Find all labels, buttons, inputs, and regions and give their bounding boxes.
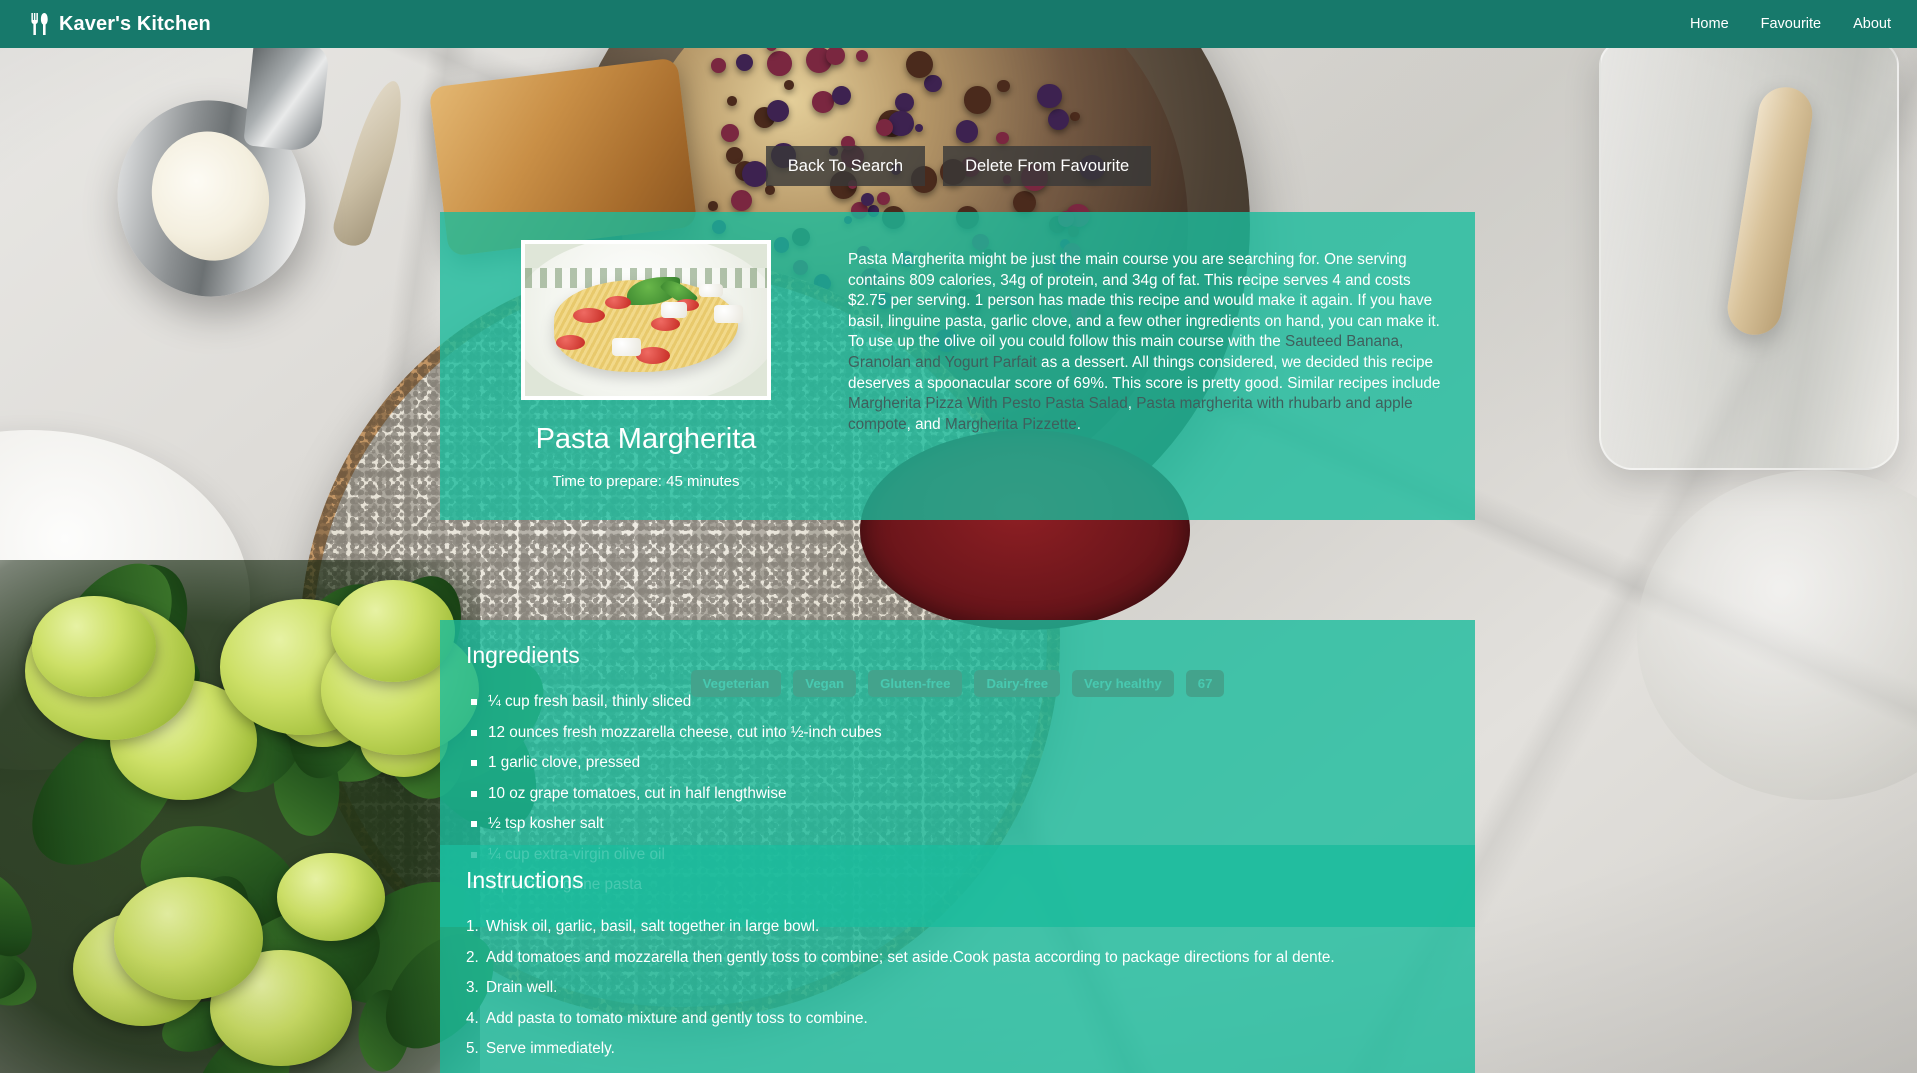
recipe-summary: Pasta Margherita might be just the main … [848,250,1449,435]
brand-logo[interactable]: Kaver's Kitchen [30,12,211,36]
recipe-title: Pasta Margherita [535,423,757,455]
instruction-step: Drain well. [466,978,558,998]
ingredient-item: 10 oz grape tomatoes, cut in half length… [466,779,1449,810]
instruction-step: Add pasta to tomato mixture and gently t… [466,1008,868,1028]
ingredient-item: 1 garlic clove, pressed [466,748,1449,779]
summary-link-7[interactable]: Margherita Pizzette [945,416,1077,433]
recipe-hero-right: Pasta Margherita might be just the main … [848,240,1449,490]
instructions-list: Whisk oil, garlic, basil, salt together … [466,912,1449,1065]
navbar: Kaver's Kitchen Home Favourite About [0,0,1917,48]
summary-text-6: , and [906,415,945,433]
recipe-hero-card: Pasta Margherita Time to prepare: 45 min… [440,212,1475,520]
nav-link-home[interactable]: Home [1690,16,1729,32]
instruction-step: Serve immediately. [466,1039,615,1059]
ingredient-item: ¼ cup fresh basil, thinly sliced [466,687,1449,718]
recipe-hero-left: Pasta Margherita Time to prepare: 45 min… [466,240,826,490]
instructions-heading: Instructions [466,867,584,893]
recipe-time: Time to prepare: 45 minutes [552,472,740,490]
fork-knife-icon [31,13,48,35]
delete-from-favourite-button[interactable]: Delete From Favourite [943,146,1152,187]
instruction-step: Add tomatoes and mozzarella then gently … [466,947,1335,967]
instructions-card: Instructions Whisk oil, garlic, basil, s… [440,845,1475,1073]
action-bar: Back To Search Delete From Favourite [0,146,1917,187]
summary-text-8: . [1076,415,1081,433]
ingredient-item: 12 ounces fresh mozzarella cheese, cut i… [466,718,1449,749]
nav-links: Home Favourite About [1690,16,1891,32]
brand-title: Kaver's Kitchen [59,12,211,35]
ingredient-item: ½ tsp kosher salt [466,809,1449,840]
summary-link-3[interactable]: Margherita Pizza With Pesto Pasta Salad [848,395,1128,412]
nav-link-favourite[interactable]: Favourite [1761,16,1821,32]
ingredients-heading: Ingredients [466,642,580,668]
recipe-image [521,240,771,400]
summary-text-4: , [1127,395,1137,413]
back-to-search-button[interactable]: Back To Search [765,146,926,187]
nav-link-about[interactable]: About [1853,16,1891,32]
instruction-step: Whisk oil, garlic, basil, salt together … [466,917,820,937]
